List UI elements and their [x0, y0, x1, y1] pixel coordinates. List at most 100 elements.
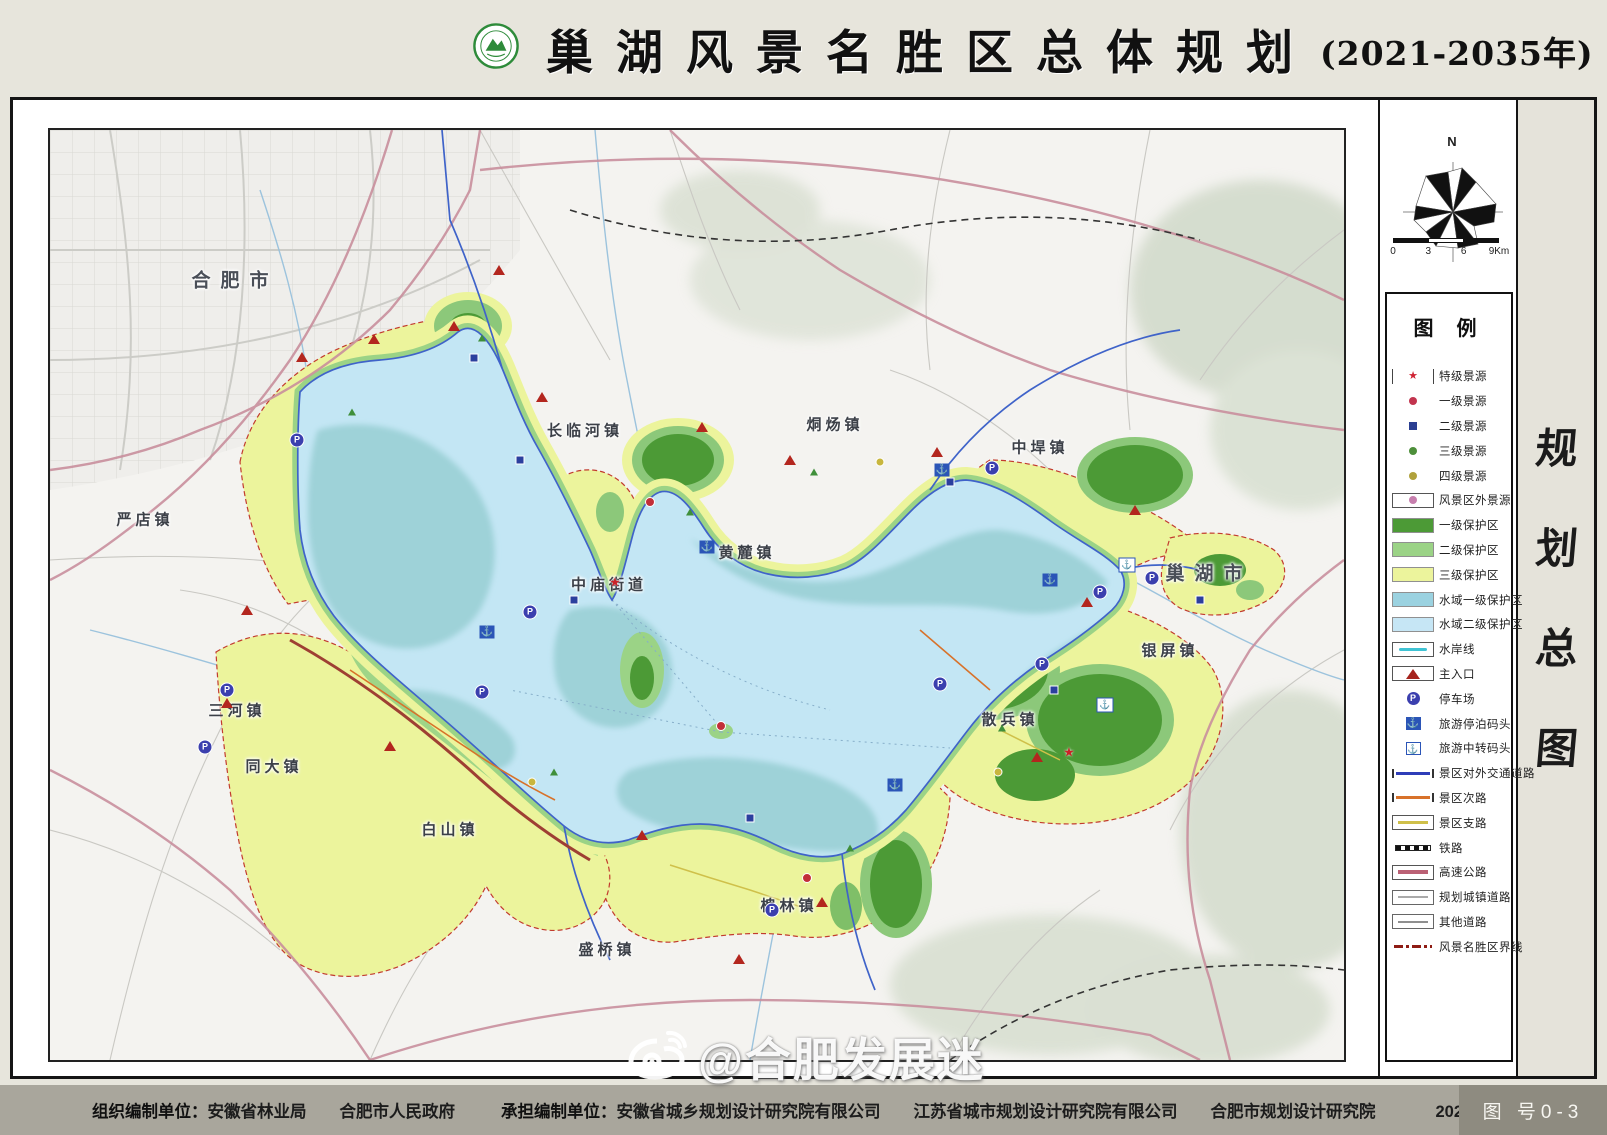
legend-item: 二级景源 [1392, 414, 1510, 439]
legend-item: 景区次路 [1392, 786, 1510, 811]
map-marker-tri [368, 334, 380, 344]
map-marker-rdot [716, 721, 726, 731]
frame-divider-left [1378, 100, 1380, 1076]
legend-item-label: 二级保护区 [1439, 542, 1499, 558]
legend-items: ★特级景源一级景源二级景源三级景源四级景源风景区外景源一级保护区二级保护区三级保… [1392, 364, 1510, 1056]
legend-rail-icon [1392, 840, 1434, 855]
legend-item: 风景区外景源 [1392, 488, 1510, 513]
legend-boxthick-icon [1392, 865, 1434, 880]
legend-item-label: 三级景源 [1439, 443, 1487, 459]
legend-item: 旅游停泊码头 [1392, 711, 1510, 736]
map-marker-p: P [197, 740, 212, 755]
legend-dot-icon [1392, 468, 1434, 483]
legend-item: 水域一级保护区 [1392, 587, 1510, 612]
map-marker-p: P [765, 903, 780, 918]
map-marker-bsq [1050, 686, 1059, 695]
map-marker-tri [221, 698, 233, 708]
map-marker-gtri [810, 469, 818, 476]
legend-item-label: 旅游停泊码头 [1439, 716, 1511, 732]
legend-item-label: 停车场 [1439, 691, 1475, 707]
header: 巢湖风景名胜区总体规划 (2021-2035年) [0, 0, 1607, 96]
legend-boxline-icon [1392, 642, 1434, 657]
legend-item: 四级景源 [1392, 463, 1510, 488]
legend-item: 水域二级保护区 [1392, 612, 1510, 637]
map-marker-bsq [746, 814, 755, 823]
watermark: @合肥发展迷 [626, 1024, 985, 1090]
map-marker-p: P [220, 683, 235, 698]
scale-tick: 3 [1426, 246, 1432, 257]
map-marker-tri [493, 265, 505, 275]
legend-dot-icon [1392, 394, 1434, 409]
legend-item: 风景名胜区界线 [1392, 934, 1510, 959]
map-marker-tri [1081, 597, 1093, 607]
legend: 图 例 ★特级景源一级景源二级景源三级景源四级景源风景区外景源一级保护区二级保护… [1385, 292, 1513, 1062]
map-marker-gtri [478, 335, 486, 342]
legend-anchorO-icon [1392, 741, 1434, 756]
legend-capline-icon [1392, 769, 1434, 778]
scale-tick: 9Km [1489, 246, 1510, 257]
legend-item-label: 水域二级保护区 [1439, 616, 1523, 632]
side-title-char: 划 [1531, 515, 1582, 576]
map-marker-tri [536, 392, 548, 402]
map-marker-gtri [686, 509, 694, 516]
side-title-char: 总 [1531, 615, 1582, 676]
map-marker-anchor: ⚓ [1043, 574, 1058, 587]
map-marker-p: P [1035, 657, 1050, 672]
side-title-char: 规 [1531, 415, 1582, 476]
map-marker-tri [931, 447, 943, 457]
legend-item-label: 其他道路 [1439, 914, 1487, 930]
map-marker-anchor: ⚓ [700, 541, 715, 554]
legend-item: 二级保护区 [1392, 538, 1510, 563]
legend-item: 一级景源 [1392, 389, 1510, 414]
map-marker-anchor: ⚓ [935, 464, 950, 477]
legend-item: 景区对外交通道路 [1392, 761, 1510, 786]
scale-segment [1463, 239, 1498, 242]
contractor-unit-value: 安徽省城乡规划设计研究院有限公司 江苏省城市规划设计研究院有限公司 合肥市规划设… [617, 1098, 1376, 1122]
legend-item: 停车场 [1392, 686, 1510, 711]
legend-boundary-icon [1392, 939, 1434, 954]
map-marker-p: P [932, 677, 947, 692]
map-marker-tri [384, 741, 396, 751]
legend-item: 三级保护区 [1392, 562, 1510, 587]
legend-dot-icon [1392, 443, 1434, 458]
scale-segment [1429, 239, 1464, 242]
legend-item-label: 高速公路 [1439, 864, 1487, 880]
map-marker-bsq [516, 456, 525, 465]
legend-item-label: 主入口 [1439, 666, 1475, 682]
map-marker-tri [733, 954, 745, 964]
legend-item-label: 规划城镇道路 [1439, 889, 1511, 905]
legend-item-label: 一级景源 [1439, 393, 1487, 409]
map-marker-anchorO: ⚓ [1097, 698, 1114, 713]
map-marker-ydot [876, 458, 885, 467]
legend-star-icon: ★ [1392, 369, 1434, 384]
map-marker-anchor: ⚓ [888, 779, 903, 792]
map-panel: 合肥市巢湖市严店镇三河镇同大镇白山镇盛桥镇槐林镇散兵镇银屏镇中垾镇烔炀镇黄麓镇长… [48, 128, 1346, 1062]
footer-bar: 组织编制单位： 安徽省林业局 合肥市人民政府 承担编制单位： 安徽省城乡规划设计… [0, 1085, 1607, 1135]
legend-item-label: 旅游中转码头 [1439, 740, 1511, 756]
figure-number-badge: 图 号0-3 [1459, 1085, 1607, 1135]
legend-item: 三级景源 [1392, 438, 1510, 463]
legend-fill-icon [1392, 542, 1434, 557]
map-marker-layer: PPPPPPPPPPP⚓⚓⚓⚓⚓⚓⚓★★ [50, 130, 1344, 1060]
legend-square-icon [1392, 418, 1434, 433]
map-marker-bsq [470, 354, 479, 363]
legend-item-label: 景区支路 [1439, 815, 1487, 831]
scale-tick: 6 [1461, 246, 1467, 257]
map-marker-gtri [348, 409, 356, 416]
map-marker-p: P [984, 461, 999, 476]
legend-item: 其他道路 [1392, 910, 1510, 935]
map-marker-bsq [570, 596, 579, 605]
map-marker-p: P [1093, 585, 1108, 600]
page-title: 巢湖风景名胜区总体规划 [546, 14, 1316, 83]
legend-item-label: 一级保护区 [1439, 517, 1499, 533]
side-title-strip [1518, 100, 1594, 1076]
map-marker-tri [696, 422, 708, 432]
map-marker-tri [816, 897, 828, 907]
frame-divider-right [1516, 100, 1518, 1076]
legend-item-label: 二级景源 [1439, 418, 1487, 434]
map-marker-rdot [645, 497, 655, 507]
legend-item-label: 景区次路 [1439, 790, 1487, 806]
scale-segment [1394, 239, 1429, 242]
map-marker-gtri [998, 725, 1006, 732]
map-marker-star: ★ [1063, 746, 1075, 759]
